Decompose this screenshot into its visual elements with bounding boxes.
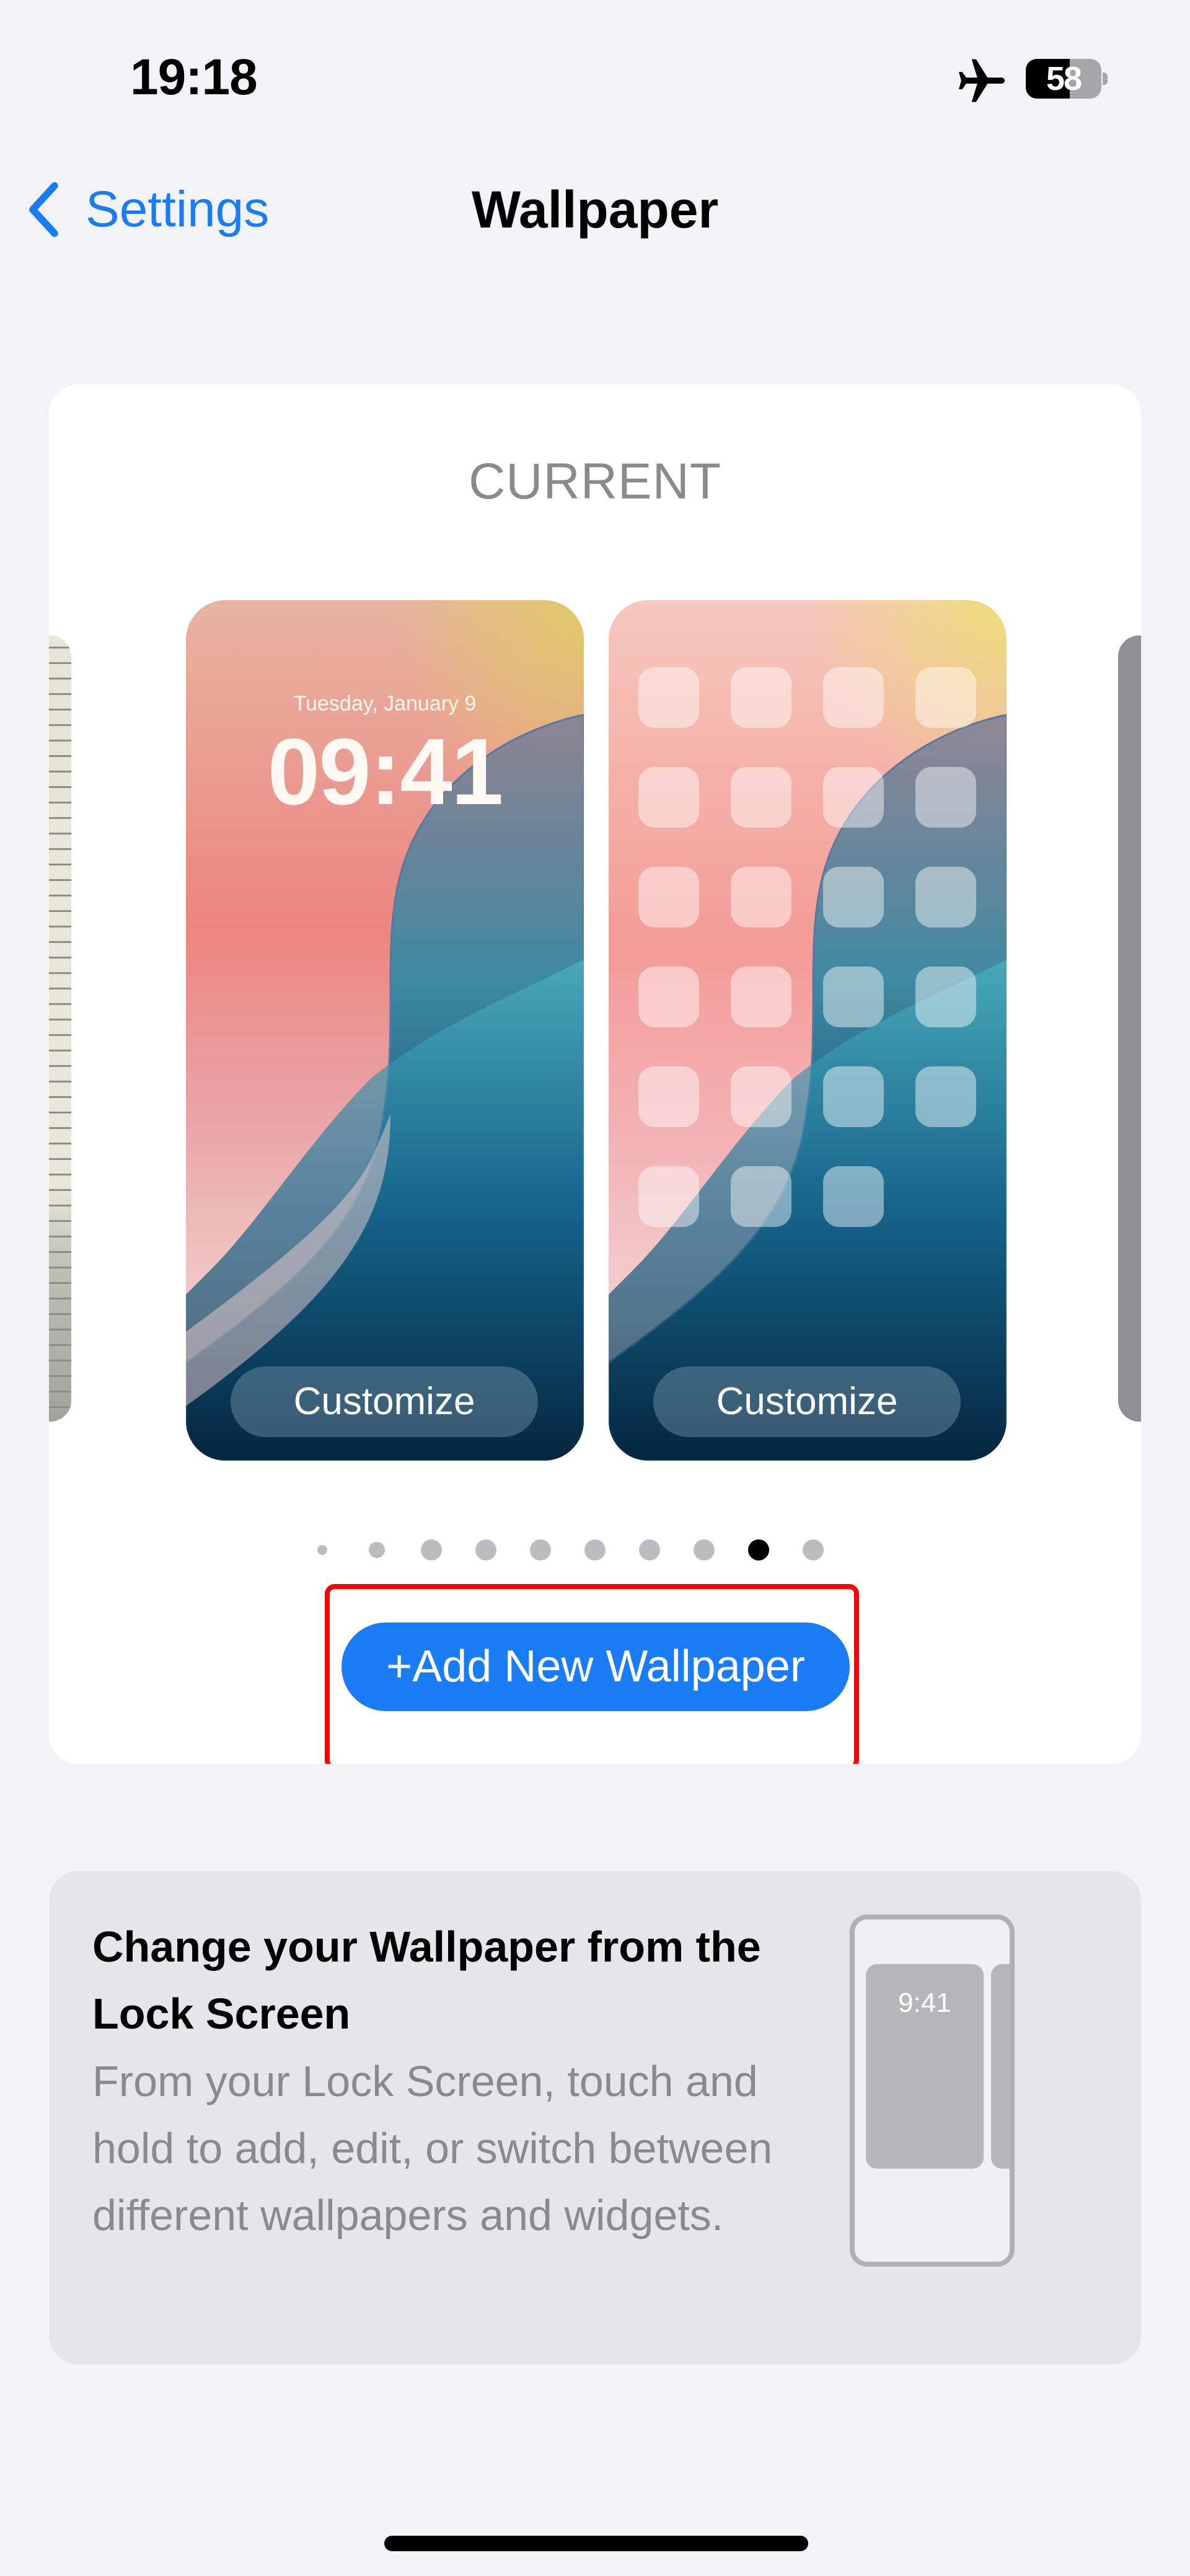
airplane-icon bbox=[959, 59, 1005, 102]
home-screen-preview[interactable]: Customize bbox=[609, 600, 1007, 1461]
page-dot[interactable] bbox=[639, 1539, 660, 1560]
app-icon-placeholder bbox=[915, 867, 976, 927]
phone-illustration-icon: 9:41 bbox=[850, 1914, 1015, 2267]
add-new-wallpaper-button[interactable]: +Add New Wallpaper bbox=[342, 1622, 850, 1711]
app-icon-placeholder bbox=[731, 867, 791, 927]
illustration-time: 9:41 bbox=[898, 1988, 951, 2018]
app-icon-placeholder bbox=[915, 967, 976, 1027]
lock-screen-tip-card: Change your Wallpaper from the Lock Scre… bbox=[49, 1871, 1141, 2365]
next-wallpaper-peek[interactable] bbox=[1118, 635, 1141, 1422]
app-icon-placeholder bbox=[915, 1066, 976, 1127]
wallpaper-wave-shape bbox=[609, 714, 1007, 1461]
app-icon-placeholder bbox=[823, 1166, 884, 1227]
page-title-text: Wallpaper bbox=[471, 180, 719, 239]
app-icon-placeholder bbox=[915, 767, 976, 828]
page-dot[interactable] bbox=[421, 1539, 442, 1560]
wallpaper-card: CURRENT Tuesday, January 9 09:41 Customi… bbox=[49, 384, 1141, 1764]
tip-body: From your Lock Screen, touch and hold to… bbox=[92, 2057, 773, 2239]
lock-screen-preview[interactable]: Tuesday, January 9 09:41 Customize bbox=[186, 600, 584, 1461]
status-time: 19:18 bbox=[130, 49, 258, 105]
tip-title: Change your Wallpaper from the Lock Scre… bbox=[92, 1923, 761, 2038]
app-icon-placeholder bbox=[638, 867, 699, 927]
app-icon-placeholder bbox=[823, 867, 884, 927]
battery-nub bbox=[1103, 73, 1108, 85]
page-dot[interactable] bbox=[475, 1539, 496, 1560]
app-icon-placeholder bbox=[731, 767, 791, 828]
page-dot[interactable] bbox=[369, 1542, 385, 1558]
app-icon-placeholder bbox=[638, 967, 699, 1027]
section-label-current: CURRENT bbox=[469, 453, 721, 510]
app-icon-placeholder bbox=[638, 1066, 699, 1127]
app-icon-placeholder bbox=[731, 1066, 791, 1127]
app-icon-placeholder bbox=[915, 667, 976, 728]
page-indicator[interactable] bbox=[49, 1538, 1141, 1562]
customize-lock-screen-button[interactable]: Customize bbox=[231, 1366, 538, 1437]
page-dot[interactable] bbox=[317, 1545, 327, 1555]
page-dot[interactable] bbox=[584, 1539, 606, 1560]
app-icon-placeholder bbox=[638, 667, 699, 728]
app-icon-placeholder bbox=[823, 1066, 884, 1127]
battery-percent: 58 bbox=[1046, 60, 1082, 97]
app-icon-placeholder bbox=[638, 1166, 699, 1227]
page-dot[interactable] bbox=[748, 1539, 769, 1560]
home-indicator[interactable] bbox=[384, 2536, 808, 2551]
lock-screen-date: Tuesday, January 9 bbox=[293, 692, 477, 715]
page-dot[interactable] bbox=[694, 1539, 715, 1560]
app-icon-placeholder bbox=[731, 967, 791, 1027]
previous-wallpaper-peek[interactable] bbox=[49, 635, 71, 1764]
customize-home-screen-button[interactable]: Customize bbox=[653, 1366, 961, 1437]
illustration-lock-screen: 9:41 bbox=[866, 1964, 984, 2169]
app-icon-placeholder bbox=[823, 967, 884, 1027]
illustration-next-screen bbox=[991, 1964, 1010, 2169]
app-icon-placeholder bbox=[731, 1166, 791, 1227]
app-icon-placeholder bbox=[823, 667, 884, 728]
app-icon-placeholder bbox=[638, 767, 699, 828]
app-icon-placeholder bbox=[823, 767, 884, 828]
app-icon-placeholder bbox=[731, 667, 791, 728]
page-dot[interactable] bbox=[803, 1539, 824, 1560]
battery-indicator: 58 bbox=[1026, 59, 1108, 99]
lock-screen-time: 09:41 bbox=[267, 719, 504, 825]
page-dot[interactable] bbox=[530, 1539, 551, 1560]
page-title: Wallpaper bbox=[0, 180, 1190, 240]
